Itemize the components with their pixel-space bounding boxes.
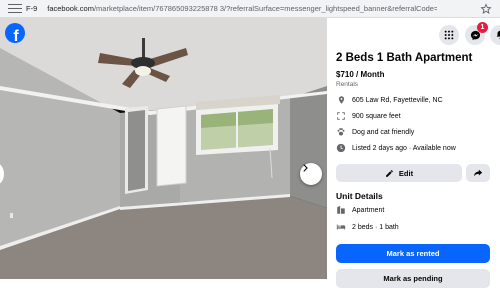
location-pin-icon xyxy=(336,95,346,105)
site-settings-icon[interactable] xyxy=(8,3,22,15)
bed-icon xyxy=(336,222,346,232)
share-button[interactable] xyxy=(466,164,490,182)
share-arrow-icon xyxy=(473,169,483,177)
detail-listed: Listed 2 days ago · Available now xyxy=(336,143,456,153)
url-path: /marketplace/item/767865093225878 3/?ref… xyxy=(93,4,438,13)
listing-details-panel: 1 2 Beds 1 Bath Apartment $710 / Month R… xyxy=(327,18,500,288)
bookmark-star-icon[interactable] xyxy=(480,3,492,15)
detail-pets: Dog and cat friendly xyxy=(336,127,414,137)
detail-size: 900 square feet xyxy=(336,111,401,121)
detail-address: 605 Law Rd, Fayetteville, NC xyxy=(336,95,443,105)
size-icon xyxy=(336,111,346,121)
header-icons: 1 xyxy=(327,22,500,45)
listing-price: $710 / Month xyxy=(336,70,385,79)
listing-category: Rentals xyxy=(336,81,359,88)
listing-title: 2 Beds 1 Bath Apartment xyxy=(336,52,473,64)
unit-type-text: Apartment xyxy=(352,206,385,214)
bell-icon xyxy=(496,30,500,39)
next-photo-button[interactable] xyxy=(300,163,322,185)
listing-photo-viewer xyxy=(0,18,327,279)
browser-address-bar: F-9 facebook.com/marketplace/item/767865… xyxy=(0,0,500,18)
listing-photo xyxy=(0,18,327,279)
notifications-button[interactable] xyxy=(490,25,500,45)
edit-button-label: Edit xyxy=(398,168,414,178)
clock-icon xyxy=(336,143,346,153)
detail-pets-text: Dog and cat friendly xyxy=(352,128,415,136)
unit-type: Apartment xyxy=(336,205,384,215)
detail-address-text: 605 Law Rd, Fayetteville, NC xyxy=(352,96,443,104)
edit-button[interactable]: Edit xyxy=(336,164,462,182)
notification-badge: 1 xyxy=(477,22,488,33)
unit-rooms-text: 2 beds · 1 bath xyxy=(352,223,399,231)
menu-grid-button[interactable] xyxy=(439,25,459,45)
unit-rooms: 2 beds · 1 bath xyxy=(336,222,399,232)
detail-listed-text: Listed 2 days ago · Available now xyxy=(352,144,456,152)
grid-icon xyxy=(444,30,454,40)
building-icon xyxy=(336,205,346,215)
url-domain: facebook.com xyxy=(47,4,94,13)
unit-details-heading: Unit Details xyxy=(336,191,383,201)
chevron-right-icon xyxy=(303,164,308,172)
facebook-logo[interactable]: f xyxy=(5,23,25,43)
url-field[interactable]: facebook.com/marketplace/item/7678650932… xyxy=(47,4,437,13)
pencil-icon xyxy=(386,169,393,177)
site-indicator: F-9 xyxy=(26,4,38,13)
detail-size-text: 900 square feet xyxy=(352,112,401,120)
mark-as-rented-button[interactable]: Mark as rented xyxy=(336,244,490,263)
paw-icon xyxy=(336,127,346,137)
